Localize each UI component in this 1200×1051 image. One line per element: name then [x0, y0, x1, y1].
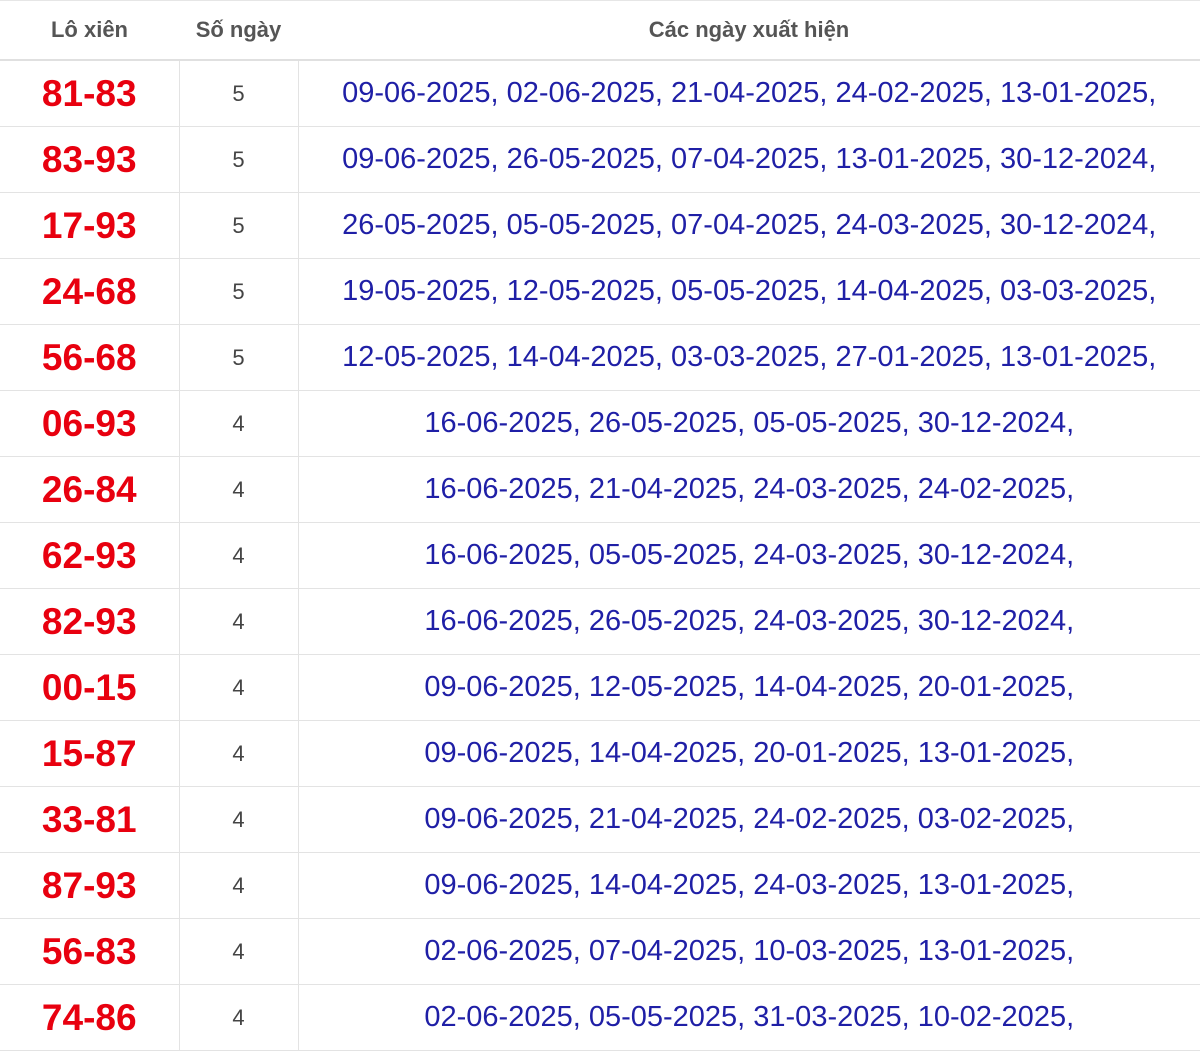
header-count: Số ngày: [179, 0, 298, 61]
table-row: 56-68 5 12-05-2025, 14-04-2025, 03-03-2025…: [0, 324, 1200, 391]
dates-cell: 09-06-2025, 21-04-2025, 24-02-2025, 03-0…: [298, 786, 1200, 853]
count-cell: 4: [179, 588, 299, 655]
dates-cell: 09-06-2025, 14-04-2025, 24-03-2025, 13-0…: [298, 852, 1200, 919]
count-cell: 5: [179, 60, 299, 127]
table-row: 33-81 4 09-06-2025, 21-04-2025, 24-02-2025…: [0, 786, 1200, 853]
dates-cell: 16-06-2025, 26-05-2025, 05-05-2025, 30-1…: [298, 390, 1200, 457]
table-row: 74-86 4 02-06-2025, 05-05-2025, 31-03-2025…: [0, 984, 1200, 1051]
dates-cell: 12-05-2025, 14-04-2025, 03-03-2025, 27-0…: [298, 324, 1200, 391]
pair-cell: 17-93: [0, 192, 180, 259]
pair-cell: 81-83: [0, 60, 180, 127]
count-cell: 4: [179, 918, 299, 985]
table-row: 26-84 4 16-06-2025, 21-04-2025, 24-03-2025…: [0, 456, 1200, 523]
table-row: 81-83 5 09-06-2025, 02-06-2025, 21-04-2025…: [0, 60, 1200, 127]
pair-cell: 00-15: [0, 654, 180, 721]
count-cell: 4: [179, 984, 299, 1051]
count-cell: 4: [179, 390, 299, 457]
table-row: 06-93 4 16-06-2025, 26-05-2025, 05-05-2025…: [0, 390, 1200, 457]
table-row: 24-68 5 19-05-2025, 12-05-2025, 05-05-2025…: [0, 258, 1200, 325]
pair-cell: 06-93: [0, 390, 180, 457]
dates-cell: 02-06-2025, 07-04-2025, 10-03-2025, 13-0…: [298, 918, 1200, 985]
dates-cell: 09-06-2025, 26-05-2025, 07-04-2025, 13-0…: [298, 126, 1200, 193]
count-cell: 5: [179, 324, 299, 391]
count-cell: 5: [179, 258, 299, 325]
pair-cell: 26-84: [0, 456, 180, 523]
table-row: 17-93 5 26-05-2025, 05-05-2025, 07-04-2025…: [0, 192, 1200, 259]
pair-cell: 83-93: [0, 126, 180, 193]
table-row: 62-93 4 16-06-2025, 05-05-2025, 24-03-2025…: [0, 522, 1200, 589]
count-cell: 5: [179, 126, 299, 193]
pair-cell: 24-68: [0, 258, 180, 325]
dates-cell: 09-06-2025, 14-04-2025, 20-01-2025, 13-0…: [298, 720, 1200, 787]
pair-cell: 62-93: [0, 522, 180, 589]
count-cell: 5: [179, 192, 299, 259]
pair-cell: 56-83: [0, 918, 180, 985]
count-cell: 4: [179, 852, 299, 919]
pair-cell: 82-93: [0, 588, 180, 655]
table-header: Lô xiên Số ngày Các ngày xuất hiện: [0, 0, 1200, 61]
dates-cell: 16-06-2025, 05-05-2025, 24-03-2025, 30-1…: [298, 522, 1200, 589]
header-pair: Lô xiên: [0, 0, 179, 61]
count-cell: 4: [179, 522, 299, 589]
dates-cell: 16-06-2025, 21-04-2025, 24-03-2025, 24-0…: [298, 456, 1200, 523]
dates-cell: 02-06-2025, 05-05-2025, 31-03-2025, 10-0…: [298, 984, 1200, 1051]
count-cell: 4: [179, 786, 299, 853]
pair-cell: 15-87: [0, 720, 180, 787]
pair-cell: 74-86: [0, 984, 180, 1051]
pair-cell: 56-68: [0, 324, 180, 391]
count-cell: 4: [179, 720, 299, 787]
table-row: 87-93 4 09-06-2025, 14-04-2025, 24-03-2025…: [0, 852, 1200, 919]
lo-xien-table: Lô xiên Số ngày Các ngày xuất hiện 81-83…: [0, 0, 1200, 1051]
dates-cell: 19-05-2025, 12-05-2025, 05-05-2025, 14-0…: [298, 258, 1200, 325]
table-row: 83-93 5 09-06-2025, 26-05-2025, 07-04-2025…: [0, 126, 1200, 193]
pair-cell: 87-93: [0, 852, 180, 919]
dates-cell: 26-05-2025, 05-05-2025, 07-04-2025, 24-0…: [298, 192, 1200, 259]
table-row: 15-87 4 09-06-2025, 14-04-2025, 20-01-2025…: [0, 720, 1200, 787]
count-cell: 4: [179, 654, 299, 721]
pair-cell: 33-81: [0, 786, 180, 853]
table-body: 81-83 5 09-06-2025, 02-06-2025, 21-04-2025…: [0, 60, 1200, 1051]
header-row: Lô xiên Số ngày Các ngày xuất hiện: [0, 0, 1200, 61]
dates-cell: 16-06-2025, 26-05-2025, 24-03-2025, 30-1…: [298, 588, 1200, 655]
header-dates: Các ngày xuất hiện: [298, 0, 1200, 61]
dates-cell: 09-06-2025, 02-06-2025, 21-04-2025, 24-0…: [298, 60, 1200, 127]
dates-cell: 09-06-2025, 12-05-2025, 14-04-2025, 20-0…: [298, 654, 1200, 721]
table-row: 56-83 4 02-06-2025, 07-04-2025, 10-03-2025…: [0, 918, 1200, 985]
count-cell: 4: [179, 456, 299, 523]
table-row: 00-15 4 09-06-2025, 12-05-2025, 14-04-2025…: [0, 654, 1200, 721]
table-row: 82-93 4 16-06-2025, 26-05-2025, 24-03-2025…: [0, 588, 1200, 655]
